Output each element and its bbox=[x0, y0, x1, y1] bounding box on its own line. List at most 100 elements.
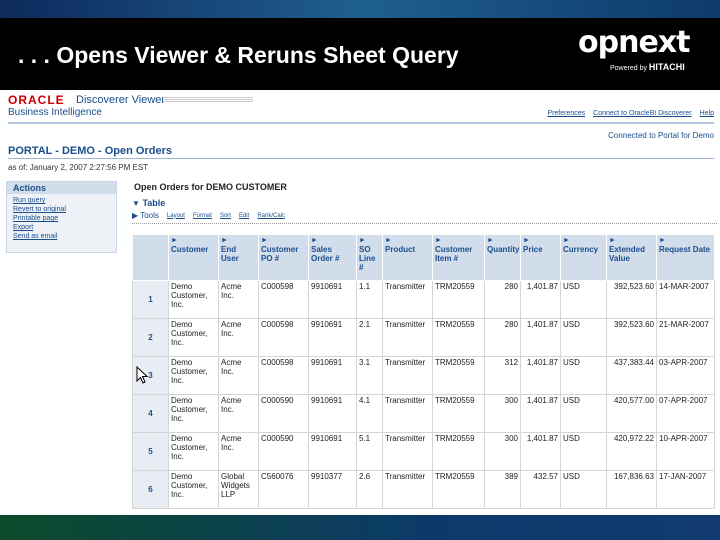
sort-arrow-icon: ► bbox=[609, 237, 616, 244]
table-cell: Demo Customer, Inc. bbox=[168, 280, 219, 319]
table-cell: 280 bbox=[484, 280, 521, 319]
table-cell: Transmitter bbox=[382, 432, 433, 471]
table-cell: Transmitter bbox=[382, 470, 433, 509]
slide-bottom-band bbox=[0, 515, 720, 540]
table-section-toggle[interactable]: ▼ Table bbox=[132, 198, 165, 208]
table-cell: 9910691 bbox=[308, 394, 357, 433]
table-cell: 17-JAN-2007 bbox=[656, 470, 715, 509]
viewer-screenshot: ORACLE Discoverer Viewer Business Intell… bbox=[0, 90, 720, 515]
table-cell: USD bbox=[560, 432, 607, 471]
help-link[interactable]: Help bbox=[700, 110, 714, 117]
preferences-link[interactable]: Preferences bbox=[547, 110, 585, 117]
page-title: PORTAL - DEMO - Open Orders bbox=[8, 145, 172, 157]
table-cell: TRM20559 bbox=[432, 318, 485, 357]
column-header[interactable]: ► SO Line # bbox=[356, 234, 383, 281]
column-header[interactable]: ► Product bbox=[382, 234, 433, 281]
table-cell: Demo Customer, Inc. bbox=[168, 470, 219, 509]
run-query-link[interactable]: Run query bbox=[13, 196, 110, 205]
row-number: 1 bbox=[132, 280, 169, 319]
table-cell: Acme Inc. bbox=[218, 280, 259, 319]
table-row: 3 Demo Customer, Inc. Acme Inc. C000598 9910… bbox=[132, 356, 715, 395]
revert-link[interactable]: Revert to original bbox=[13, 205, 110, 214]
table-cell: Transmitter bbox=[382, 318, 433, 357]
table-cell: C000598 bbox=[258, 318, 309, 357]
column-header[interactable]: ► Customer Item # bbox=[432, 234, 485, 281]
table-cell: USD bbox=[560, 318, 607, 357]
column-header-label: Extended Value bbox=[609, 245, 646, 263]
opnext-logo: opnext Powered by HITACHI bbox=[578, 28, 708, 84]
table-cell: TRM20559 bbox=[432, 470, 485, 509]
tools-toggle[interactable]: ▶ Tools bbox=[132, 211, 159, 220]
column-header[interactable]: ► Currency bbox=[560, 234, 607, 281]
table-row: 6 Demo Customer, Inc. Global Widgets LLP C5… bbox=[132, 470, 715, 509]
column-header-label: SO Line # bbox=[359, 245, 376, 272]
table-cell: USD bbox=[560, 394, 607, 433]
row-number: 2 bbox=[132, 318, 169, 357]
table-cell: 10-APR-2007 bbox=[656, 432, 715, 471]
edit-tool-link[interactable]: Edit bbox=[239, 213, 249, 219]
table-cell: 9910691 bbox=[308, 432, 357, 471]
table-cell: USD bbox=[560, 470, 607, 509]
logo-hitachi: HITACHI bbox=[648, 62, 685, 72]
column-header[interactable]: ► Request Date bbox=[656, 234, 715, 281]
worksheet-title: Open Orders for DEMO CUSTOMER bbox=[134, 182, 287, 192]
column-header-label: Customer Item # bbox=[435, 245, 473, 263]
oracle-logo: ORACLE bbox=[8, 93, 65, 107]
table-cell: Demo Customer, Inc. bbox=[168, 394, 219, 433]
table-cell: 392,523.60 bbox=[606, 318, 657, 357]
table-cell: Acme Inc. bbox=[218, 394, 259, 433]
table-cell: C560076 bbox=[258, 470, 309, 509]
sort-arrow-icon: ► bbox=[563, 237, 570, 244]
column-header[interactable]: ► End User bbox=[218, 234, 259, 281]
sort-arrow-icon: ► bbox=[171, 237, 178, 244]
column-header[interactable]: ► Customer bbox=[168, 234, 219, 281]
sort-arrow-icon: ► bbox=[487, 237, 494, 244]
table-cell: 9910691 bbox=[308, 280, 357, 319]
open-orders-table: ► Customer ► End User ► Customer PO # ► Sales O… bbox=[132, 234, 715, 509]
table-header-row: ► Customer ► End User ► Customer PO # ► Sales O… bbox=[132, 234, 715, 281]
format-tool-link[interactable]: Format bbox=[193, 213, 212, 219]
header-divider bbox=[8, 122, 714, 124]
app-name: Discoverer Viewer bbox=[76, 94, 166, 106]
table-cell: 420,577.00 bbox=[606, 394, 657, 433]
tools-label: Tools bbox=[140, 211, 159, 220]
row-number: 6 bbox=[132, 470, 169, 509]
slide-title: . . . Opens Viewer & Reruns Sheet Query bbox=[18, 42, 459, 68]
column-header-label: Product bbox=[385, 245, 416, 254]
table-cell: 5.1 bbox=[356, 432, 383, 471]
table-cell: Transmitter bbox=[382, 280, 433, 319]
column-header[interactable]: ► Sales Order # bbox=[308, 234, 357, 281]
column-header[interactable]: ► Extended Value bbox=[606, 234, 657, 281]
layout-tool-link[interactable]: Layout bbox=[167, 213, 185, 219]
suite-name: Business Intelligence bbox=[8, 107, 102, 118]
column-header[interactable]: ► Price bbox=[520, 234, 561, 281]
table-cell: 03-APR-2007 bbox=[656, 356, 715, 395]
table-label: Table bbox=[142, 198, 166, 208]
logo-wordmark: opnext bbox=[578, 25, 690, 60]
printable-page-link[interactable]: Printable page bbox=[13, 214, 110, 223]
logo-powered: Powered by bbox=[610, 65, 647, 72]
actions-heading: Actions bbox=[7, 182, 116, 194]
table-cell: TRM20559 bbox=[432, 356, 485, 395]
column-header[interactable]: ► Customer PO # bbox=[258, 234, 309, 281]
table-cell: 3.1 bbox=[356, 356, 383, 395]
table-cell: 2.6 bbox=[356, 470, 383, 509]
send-email-link[interactable]: Send as email bbox=[13, 232, 110, 241]
table-cell: C000598 bbox=[258, 356, 309, 395]
connect-link[interactable]: Connect to OracleBI Discoverer bbox=[593, 110, 691, 117]
column-header-label: End User bbox=[221, 245, 239, 263]
table-cell: TRM20559 bbox=[432, 394, 485, 433]
header-decoration bbox=[163, 96, 253, 102]
table-cell: 300 bbox=[484, 432, 521, 471]
sort-tool-link[interactable]: Sort bbox=[220, 213, 231, 219]
table-row: 2 Demo Customer, Inc. Acme Inc. C000598 9910… bbox=[132, 318, 715, 357]
table-cell: TRM20559 bbox=[432, 280, 485, 319]
collapse-triangle-icon: ▼ bbox=[132, 199, 140, 208]
export-link[interactable]: Export bbox=[13, 223, 110, 232]
table-cell: 1,401.87 bbox=[520, 318, 561, 357]
table-row: 1 Demo Customer, Inc. Acme Inc. C000598 9910… bbox=[132, 280, 715, 319]
rankcalc-tool-link[interactable]: Rank/Calc bbox=[257, 213, 285, 219]
table-cell: 392,523.60 bbox=[606, 280, 657, 319]
column-header[interactable]: ► Quantity bbox=[484, 234, 521, 281]
dotted-divider bbox=[132, 223, 717, 224]
